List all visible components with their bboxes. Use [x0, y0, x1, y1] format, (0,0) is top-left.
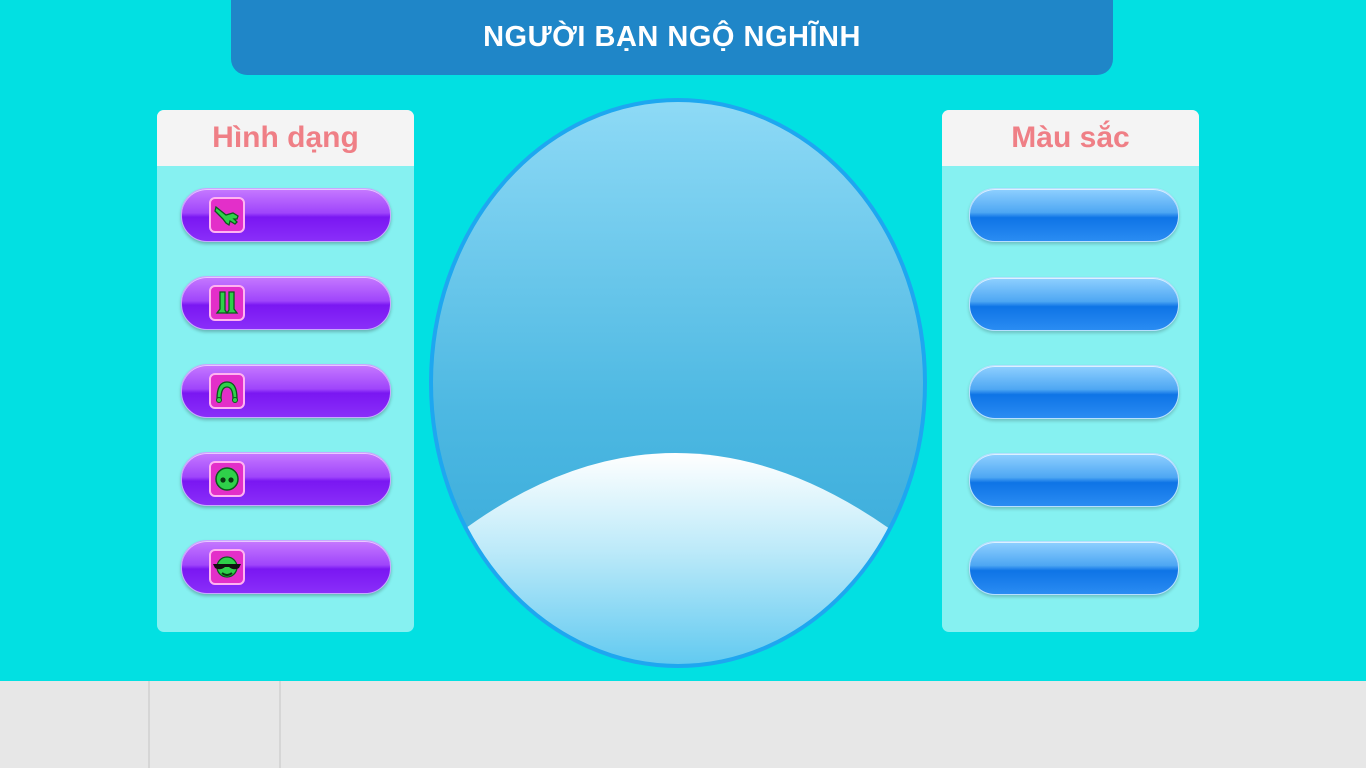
hand-icon [209, 197, 245, 233]
color-panel-heading: Màu sắc [942, 110, 1199, 166]
bottom-divider [279, 681, 281, 768]
color-button-4[interactable] [969, 453, 1179, 507]
hair-icon [209, 373, 245, 409]
page-title: NGƯỜI BẠN NGỘ NGHĨNH [483, 21, 861, 53]
shape-button-face[interactable] [181, 452, 391, 506]
shape-button-legs[interactable] [181, 276, 391, 330]
color-button-3[interactable] [969, 365, 1179, 419]
shape-panel-heading: Hình dạng [157, 110, 414, 166]
color-button-2[interactable] [969, 277, 1179, 331]
legs-icon [209, 285, 245, 321]
color-button-1[interactable] [969, 188, 1179, 242]
mouth-glasses-icon [209, 549, 245, 585]
shape-button-hair[interactable] [181, 364, 391, 418]
character-stage[interactable] [428, 98, 928, 668]
color-panel: Màu sắc [942, 110, 1199, 632]
face-icon [209, 461, 245, 497]
shape-button-hand[interactable] [181, 188, 391, 242]
shape-panel: Hình dạng [157, 110, 414, 632]
title-bar: NGƯỜI BẠN NGỘ NGHĨNH [231, 0, 1113, 75]
shape-button-mouth[interactable] [181, 540, 391, 594]
color-button-5[interactable] [969, 541, 1179, 595]
bottom-divider [148, 681, 150, 768]
bottom-bar [0, 681, 1366, 768]
